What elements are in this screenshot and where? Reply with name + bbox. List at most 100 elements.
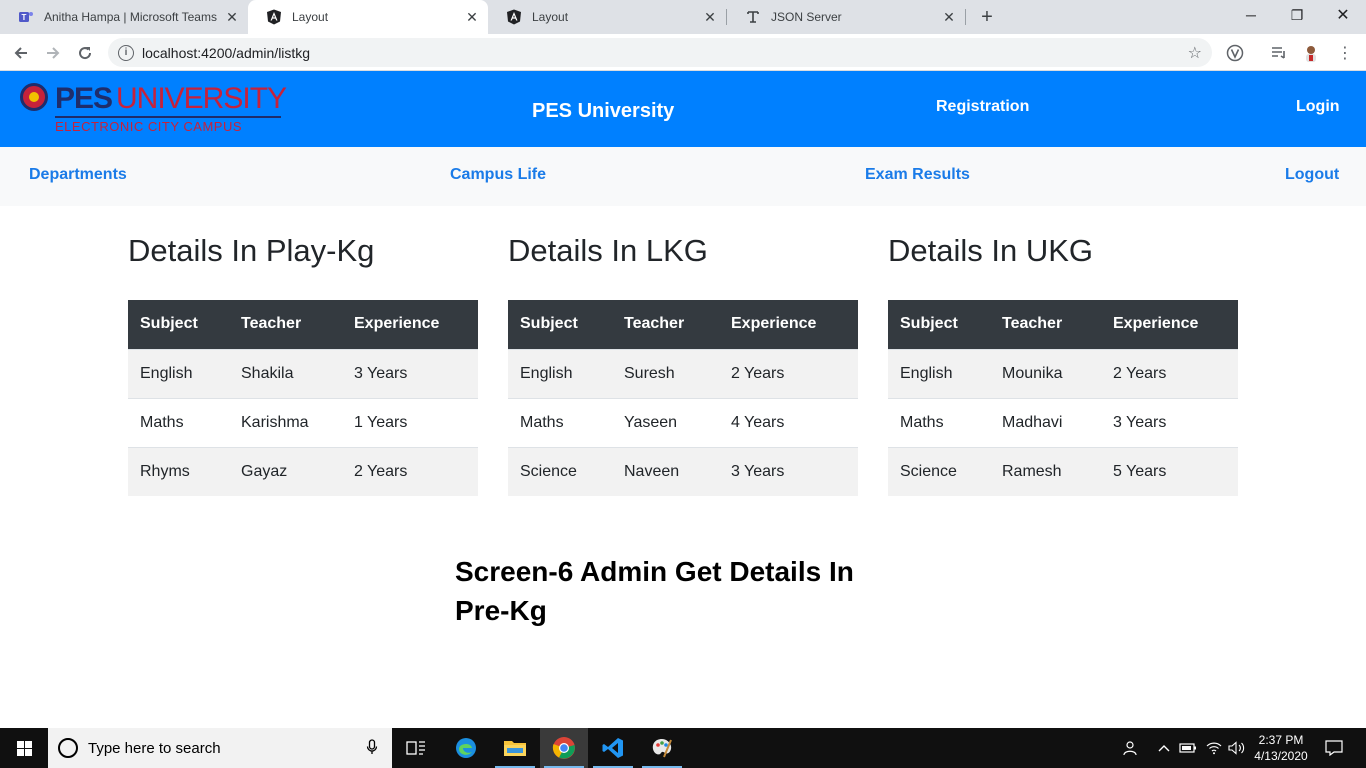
screen-caption: Screen-6 Admin Get Details In Pre-Kg [455,556,854,626]
logo-university-text: UNIVERSITY [116,82,287,115]
task-view-icon[interactable] [392,728,440,768]
logo-campus-text: ELECTRONIC CITY CAMPUS [55,119,243,134]
restore-icon[interactable]: ❐ [1274,0,1320,30]
ukg-panel: Details In UKG Subject Teacher Experienc… [888,230,1238,496]
cell-teacher: Yaseen [612,397,719,447]
forward-icon[interactable] [40,40,66,66]
battery-icon[interactable] [1178,728,1198,768]
reload-icon[interactable] [72,40,98,66]
tab-title: Layout [532,10,569,24]
campus-life-link[interactable]: Campus Life [450,166,546,184]
close-tab-icon[interactable]: ✕ [941,9,957,25]
minimize-icon[interactable]: ─ [1228,0,1274,30]
play-kg-table: Subject Teacher Experience English Shaki… [128,300,478,496]
table-header-row: Subject Teacher Experience [508,300,858,349]
action-center-icon[interactable] [1320,728,1348,768]
taskbar-search-box[interactable]: Type here to search [48,728,392,768]
volume-icon[interactable] [1226,728,1248,768]
browser-toolbar: i localhost:4200/admin/listkg ☆ ⋮ [0,34,1366,71]
microphone-icon[interactable] [366,738,378,758]
cell-experience: 3 Years [342,348,478,398]
edge-icon[interactable] [442,728,490,768]
windows-taskbar: Type here to search 2:37 PM 4/13/2020 [0,728,1366,768]
cell-teacher: Naveen [612,446,719,496]
table-row: Maths Karishma 1 Years [128,397,478,447]
file-explorer-icon[interactable] [491,728,539,768]
extension-v-icon[interactable] [1224,42,1246,64]
table-row: Maths Madhavi 3 Years [888,397,1238,447]
tab-json-server[interactable]: JSON Server ✕ [727,0,965,34]
people-icon[interactable] [1118,728,1140,768]
cell-experience: 2 Years [719,348,858,398]
cell-experience: 3 Years [1101,397,1238,447]
table-row: Rhyms Gayaz 2 Years [128,446,478,496]
profile-avatar-icon[interactable] [1300,42,1322,64]
new-tab-button[interactable]: + [976,6,998,28]
angular-icon [266,9,282,25]
close-tab-icon[interactable]: ✕ [464,9,480,25]
panel-title: Details In Play-Kg [128,233,375,268]
column-experience: Experience [342,300,478,349]
close-tab-icon[interactable]: ✕ [224,9,240,25]
login-link[interactable]: Login [1296,98,1340,116]
table-header-row: Subject Teacher Experience [888,300,1238,349]
media-queue-icon[interactable] [1268,42,1290,64]
close-window-icon[interactable]: ✕ [1320,0,1366,30]
logout-link[interactable]: Logout [1285,166,1339,184]
tab-teams[interactable]: T Anitha Hampa | Microsoft Teams ✕ [0,0,248,34]
tab-layout[interactable]: Layout ✕ [488,0,726,34]
site-info-icon[interactable]: i [118,44,134,61]
table-row: Maths Yaseen 4 Years [508,397,858,447]
start-button[interactable] [0,728,48,768]
column-subject: Subject [888,300,990,349]
exam-results-link[interactable]: Exam Results [865,166,970,184]
cell-subject: Science [508,446,612,496]
bookmark-star-icon[interactable]: ☆ [1188,43,1202,63]
cell-teacher: Mounika [990,348,1101,398]
chrome-menu-icon[interactable]: ⋮ [1334,42,1356,64]
back-icon[interactable] [8,40,34,66]
wifi-icon[interactable] [1204,728,1224,768]
lkg-panel: Details In LKG Subject Teacher Experienc… [508,230,858,496]
play-kg-panel: Details In Play-Kg Subject Teacher Exper… [128,230,478,496]
browser-tab-strip: T Anitha Hampa | Microsoft Teams ✕ Layou… [0,0,1366,34]
registration-link[interactable]: Registration [936,98,1029,116]
table-row: English Suresh 2 Years [508,348,858,398]
cell-subject: English [508,348,612,398]
column-teacher: Teacher [990,300,1101,349]
ukg-table: Subject Teacher Experience English Mouni… [888,300,1238,496]
vscode-icon[interactable] [589,728,637,768]
cell-subject: Maths [508,397,612,447]
cell-experience: 2 Years [342,446,478,496]
cell-teacher: Madhavi [990,397,1101,447]
logo-rule [55,116,281,118]
university-seal-icon [20,83,48,111]
column-experience: Experience [1101,300,1238,349]
chevron-up-icon[interactable] [1154,728,1174,768]
taskbar-clock[interactable]: 2:37 PM 4/13/2020 [1250,732,1312,764]
search-placeholder: Type here to search [88,739,221,757]
table-header-row: Subject Teacher Experience [128,300,478,349]
lkg-table: Subject Teacher Experience English Sures… [508,300,858,496]
tab-layout-active[interactable]: Layout ✕ [248,0,488,34]
cell-experience: 1 Years [342,397,478,447]
cell-experience: 5 Years [1101,446,1238,496]
table-row: Science Naveen 3 Years [508,446,858,496]
column-teacher: Teacher [229,300,342,349]
cell-teacher: Shakila [229,348,342,398]
departments-link[interactable]: Departments [29,166,127,184]
pes-university-logo[interactable]: PES UNIVERSITY ELECTRONIC CITY CAMPUS [20,82,290,139]
column-experience: Experience [719,300,858,349]
cell-experience: 3 Years [719,446,858,496]
paint-icon[interactable] [638,728,686,768]
chrome-icon[interactable] [540,728,588,768]
clock-time: 2:37 PM [1258,733,1304,747]
panel-title: Details In LKG [508,233,708,268]
cell-subject: Rhyms [128,446,229,496]
secondary-nav [0,147,1366,206]
address-bar[interactable]: i localhost:4200/admin/listkg ☆ [108,38,1212,67]
cell-teacher: Ramesh [990,446,1101,496]
brand-title[interactable]: PES University [532,100,674,123]
tab-separator [965,9,966,25]
close-tab-icon[interactable]: ✕ [702,9,718,25]
